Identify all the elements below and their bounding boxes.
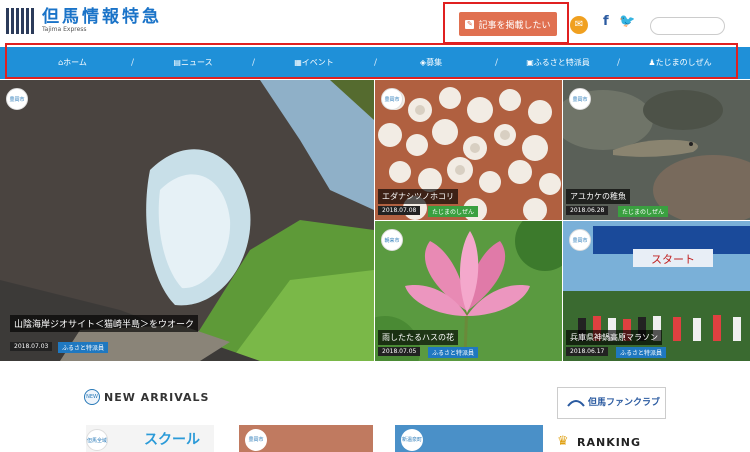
twitter-icon[interactable]: 🐦 [619, 14, 635, 29]
article-date: 2018.07.08 [378, 206, 421, 215]
article-title: 雨したたるハスの花 [378, 330, 458, 345]
article-tile[interactable]: スタート 豊岡市 兵庫県神鍋高原マラソン 2018.06.17 ふるさと特派員 [563, 221, 750, 361]
region-badge: 豊岡市 [245, 429, 267, 451]
article-tile[interactable]: 豊岡市 エダナシツノホコリ 2018.07.08 たじまのしぜん [375, 80, 562, 220]
search-input[interactable] [650, 17, 725, 35]
article-card[interactable]: 新温泉町 [395, 425, 543, 452]
fanclub-banner[interactable]: 但馬ファンクラブ [557, 387, 666, 419]
site-logo[interactable]: 但馬情報特急 Tajima Express [6, 6, 162, 36]
fanclub-label: 但馬ファンクラブ [588, 398, 661, 408]
article-date: 2018.06.28 [566, 206, 609, 215]
new-arrivals-heading: NEW ARRIVALS [104, 391, 210, 404]
article-title: アユカケの稚魚 [566, 189, 630, 204]
article-category-tag[interactable]: ふるさと特派員 [58, 342, 109, 353]
region-badge: 豊岡市 [569, 88, 591, 110]
site-header: 但馬情報特急 Tajima Express ✎ 記事を掲載したい ✉ f 🐦 [0, 0, 750, 46]
fanclub-logo-icon [567, 400, 585, 407]
article-card[interactable]: 豊岡市 [239, 425, 373, 452]
logo-mark-icon [6, 6, 36, 36]
article-tile[interactable]: 朝来市 雨したたるハスの花 2018.07.05 ふるさと特派員 [375, 221, 562, 361]
article-date: 2018.06.17 [566, 347, 609, 356]
crown-icon: ♛ [557, 434, 569, 449]
post-button-highlight: ✎ 記事を掲載したい [443, 2, 569, 44]
region-badge: 但馬全域 [86, 429, 108, 451]
nav-highlight-box [5, 43, 738, 79]
article-tile[interactable]: 豊岡市 アユカケの稚魚 2018.06.28 たじまのしぜん [563, 80, 750, 220]
article-date: 2018.07.05 [378, 347, 421, 356]
region-badge: 豊岡市 [6, 88, 28, 110]
post-article-label: 記事を掲載したい [478, 20, 551, 31]
pencil-icon: ✎ [465, 19, 475, 29]
new-badge-icon: NEW [84, 389, 100, 405]
region-badge: 朝来市 [381, 229, 403, 251]
article-category-tag[interactable]: ふるさと特派員 [616, 347, 667, 358]
region-badge: 豊岡市 [569, 229, 591, 251]
facebook-icon[interactable]: f [603, 14, 609, 29]
article-category-tag[interactable]: ふるさと特派員 [428, 347, 479, 358]
card-title: スクール [144, 432, 200, 448]
logo-subtitle: Tajima Express [42, 26, 87, 33]
region-badge: 新温泉町 [401, 429, 423, 451]
svg-text:スタート: スタート [651, 253, 695, 266]
featured-article-tile[interactable]: 豊岡市 山陰海岸ジオサイト＜猫崎半島＞をウオーク 2018.07.03 ふるさと… [0, 80, 374, 361]
article-title: 兵庫県神鍋高原マラソン [566, 330, 662, 345]
article-category-tag[interactable]: たじまのしぜん [618, 206, 669, 217]
article-category-tag[interactable]: たじまのしぜん [428, 206, 479, 217]
article-title: 山陰海岸ジオサイト＜猫崎半島＞をウオーク [10, 315, 199, 332]
ranking-heading: RANKING [577, 436, 642, 449]
mail-icon[interactable]: ✉ [570, 16, 588, 34]
post-article-button[interactable]: ✎ 記事を掲載したい [459, 12, 557, 36]
article-card[interactable]: 但馬全域 スクール [86, 425, 214, 452]
article-title: エダナシツノホコリ [378, 189, 458, 204]
article-date: 2018.07.03 [10, 342, 53, 351]
logo-title: 但馬情報特急 [42, 7, 162, 27]
region-badge: 豊岡市 [381, 88, 403, 110]
